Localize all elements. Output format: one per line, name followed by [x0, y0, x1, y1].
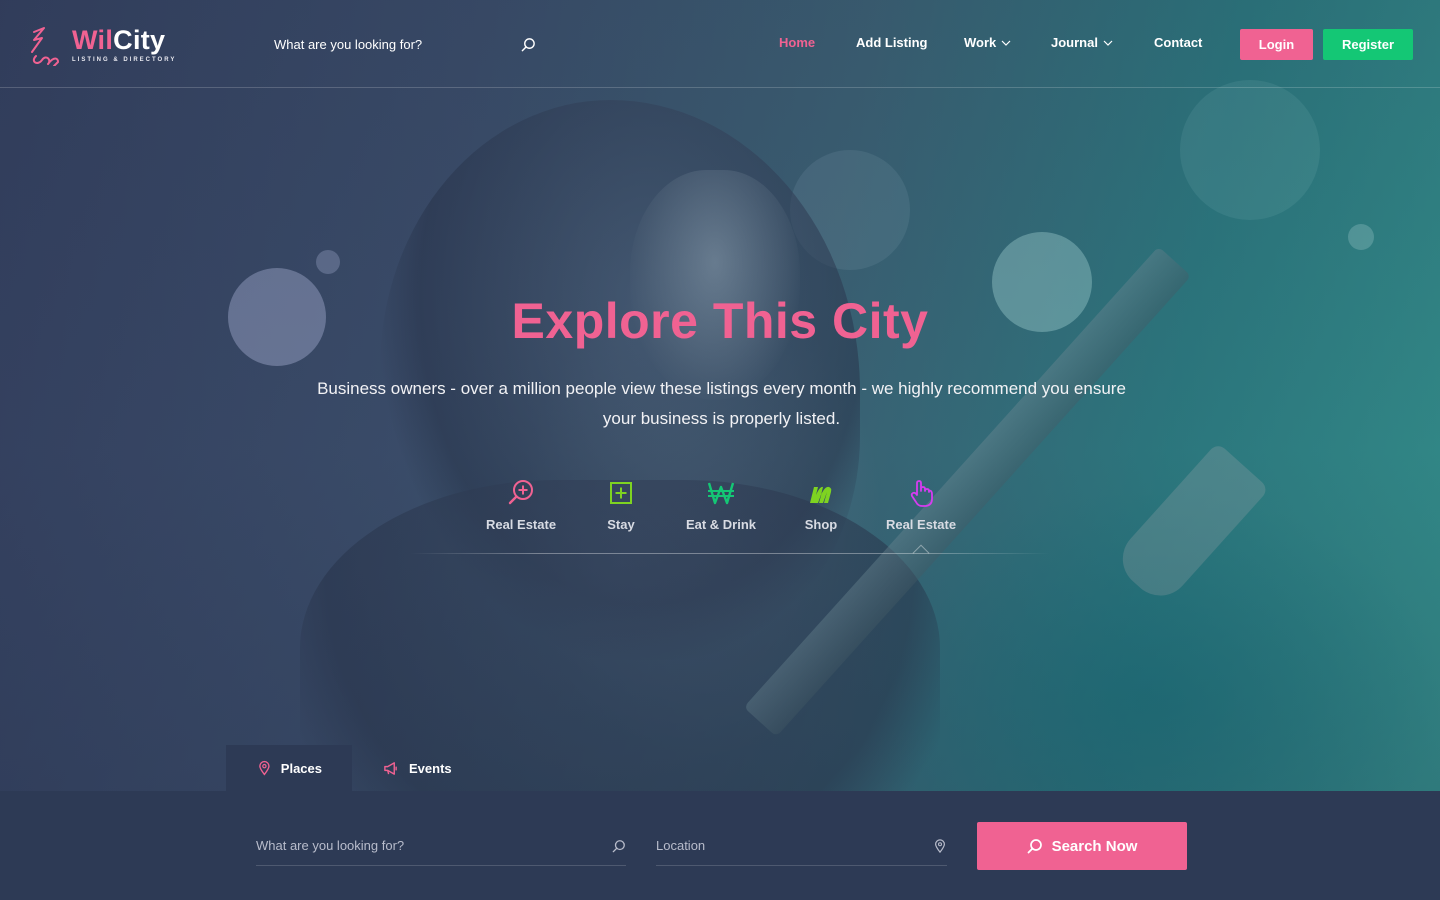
search-icon	[612, 839, 625, 852]
login-button[interactable]: Login	[1240, 29, 1313, 60]
nav-add-listing[interactable]: Add Listing	[856, 35, 928, 50]
megaphone-icon	[384, 761, 397, 775]
register-button[interactable]: Register	[1323, 29, 1413, 60]
hero-background	[0, 0, 1440, 900]
category-label: Real Estate	[885, 517, 957, 532]
category-stay[interactable]: Stay	[571, 478, 671, 532]
location-input[interactable]	[656, 838, 896, 853]
brand-tagline: LISTING & DIRECTORY	[72, 57, 177, 63]
category-label: Shop	[804, 517, 838, 532]
map-pin-icon	[259, 760, 270, 776]
nav-home[interactable]: Home	[779, 35, 815, 50]
nav-contact[interactable]: Contact	[1154, 35, 1202, 50]
category-real-estate-selected[interactable]: Real Estate	[871, 478, 971, 532]
keyword-input[interactable]	[256, 838, 556, 853]
category-real-estate[interactable]: Real Estate	[471, 478, 571, 532]
category-divider	[410, 553, 1050, 554]
hero-title: Explore This City	[511, 293, 929, 349]
tab-events[interactable]: Events	[352, 745, 482, 791]
site-logo[interactable]: WilCity LISTING & DIRECTORY	[28, 26, 176, 66]
category-eat-drink[interactable]: Eat & Drink	[671, 478, 771, 532]
hero-subtitle: Business owners - over a million people …	[317, 379, 1126, 428]
nav-work[interactable]: Work	[964, 35, 1011, 50]
location-field	[656, 826, 947, 866]
m-letter-icon	[810, 486, 832, 503]
chevron-down-icon	[1103, 40, 1113, 46]
header-search-input[interactable]	[274, 36, 494, 52]
won-sign-icon	[707, 482, 735, 505]
search-tabs: Places Events	[226, 745, 482, 791]
pointer-hand-icon	[910, 480, 933, 507]
category-label: Eat & Drink	[685, 517, 757, 532]
search-now-button[interactable]: Search Now	[977, 822, 1187, 870]
category-label: Stay	[607, 517, 635, 532]
brand-name: WilCity	[72, 25, 166, 55]
search-now-label: Search Now	[1051, 837, 1138, 855]
tab-label: Places	[280, 760, 322, 776]
nav-journal[interactable]: Journal	[1051, 35, 1113, 50]
search-icon	[1027, 839, 1042, 854]
category-label: Real Estate	[485, 517, 557, 532]
search-plus-icon	[508, 480, 533, 505]
category-shop[interactable]: Shop	[771, 478, 871, 532]
search-icon[interactable]	[521, 37, 536, 52]
hero-overlay	[0, 0, 1440, 900]
category-shortcuts: Real Estate Stay Eat & Drink Shop Real E…	[0, 478, 1440, 558]
plus-square-icon	[610, 482, 632, 504]
logo-scribble-icon	[31, 27, 59, 66]
map-pin-icon	[935, 838, 945, 853]
tab-label: Events	[409, 760, 452, 776]
tab-places[interactable]: Places	[226, 745, 352, 791]
chevron-down-icon	[1001, 40, 1011, 46]
header-search	[274, 30, 536, 58]
keyword-field	[256, 826, 626, 866]
site-header: WilCity LISTING & DIRECTORY Home Add Lis…	[0, 0, 1440, 88]
